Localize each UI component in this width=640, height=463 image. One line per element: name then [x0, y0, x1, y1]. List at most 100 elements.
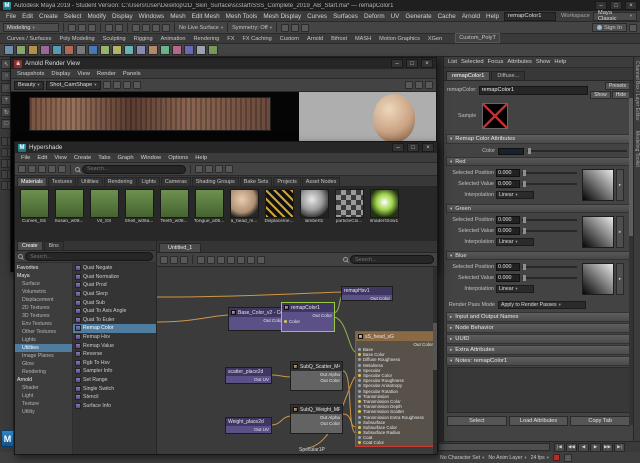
ramp-preview[interactable]	[582, 169, 614, 201]
anim-layer-selector[interactable]: No Anim Layer	[488, 455, 526, 461]
collapsed-section-header[interactable]: ▸ Extra Attributes	[446, 345, 631, 355]
browser-tab[interactable]: Projects	[273, 177, 301, 186]
section-remap-color-attributes[interactable]: ▾ Remap Color Attributes	[446, 134, 631, 144]
create-node-item[interactable]: Quat Normalize	[73, 273, 156, 282]
ipr-render-icon[interactable]	[290, 23, 299, 32]
render-start-icon[interactable]	[102, 81, 111, 89]
clear-graph-icon[interactable]	[197, 255, 205, 264]
shelf-tab[interactable]: Sculpting	[100, 35, 129, 43]
node-scatter-place2d[interactable]: scatter_place2d Out UV	[225, 367, 272, 384]
attribute-editor-footer-button[interactable]: Select	[447, 416, 507, 426]
graph-tab[interactable]: Untitled_1	[159, 243, 202, 252]
redo-icon[interactable]	[115, 23, 123, 32]
material-swatch[interactable]	[89, 189, 119, 218]
shelf-tab[interactable]: Curves / Surfaces	[4, 35, 54, 43]
shelf-tab[interactable]: Poly Modeling	[56, 35, 97, 43]
node-scatter-file[interactable]: SubQ_Scatter_M4 Out Alpha Out Color	[290, 361, 343, 391]
create-category[interactable]: Shader	[15, 384, 72, 392]
shelf-tool-icon[interactable]	[64, 45, 74, 55]
symmetry-indicator[interactable]: Symmetry: Off	[232, 25, 272, 31]
material-swatch-cell[interactable]: Curves_SS	[18, 189, 50, 224]
shelf-tool-icon[interactable]	[112, 45, 122, 55]
close-icon[interactable]: ×	[422, 143, 434, 152]
minimize-icon[interactable]: –	[391, 59, 403, 68]
hypershade-menu-item[interactable]: Create	[71, 155, 94, 161]
attribute-editor-menu[interactable]: Help	[554, 59, 566, 65]
attribute-editor-menu[interactable]: List	[448, 59, 457, 65]
shelf-tab[interactable]: MASH	[352, 35, 374, 43]
close-icon[interactable]: ×	[421, 59, 433, 68]
create-category[interactable]: 2D Textures	[15, 304, 72, 312]
sort-icon[interactable]	[195, 165, 203, 173]
shelf-tab[interactable]: FX Caching	[239, 35, 274, 43]
presets-button[interactable]: Presets	[605, 81, 630, 90]
create-node-item[interactable]: Quat Prod	[73, 281, 156, 290]
material-swatch[interactable]	[124, 189, 154, 218]
menu-item[interactable]: Deform	[361, 13, 388, 20]
material-swatch-cell[interactable]: particleClo...	[333, 189, 365, 224]
create-category[interactable]: Other Textures	[15, 328, 72, 336]
browser-tab[interactable]: Asset Nodes	[301, 177, 341, 186]
material-swatch[interactable]	[54, 189, 84, 218]
browser-tab[interactable]: Rendering	[103, 177, 137, 186]
hypershade-menu-item[interactable]: Options	[165, 155, 191, 161]
menu-item[interactable]: File	[3, 13, 19, 20]
ab-compare-icon[interactable]	[415, 81, 423, 89]
render-pass-mode-select[interactable]: Apply to Render Passes	[498, 300, 586, 309]
hypershade-menu-item[interactable]: Graph	[114, 155, 136, 161]
sign-in-button[interactable]: Sign In	[591, 23, 627, 32]
browser-tab[interactable]: Textures	[47, 177, 77, 186]
shelf-tool-icon[interactable]	[100, 45, 110, 55]
swatch-size-icon[interactable]	[215, 165, 223, 173]
attribute-editor-footer-button[interactable]: Load Attributes	[508, 416, 569, 426]
minimize-icon[interactable]: –	[392, 143, 404, 152]
material-swatch-cell[interactable]: Teeth_w06...	[158, 189, 190, 224]
menu-item[interactable]: Cache	[435, 13, 459, 20]
selected-value-slider[interactable]	[522, 274, 577, 281]
render-view-menu-item[interactable]: Render	[94, 71, 119, 77]
material-swatch-cell[interactable]: Displaceme...	[263, 189, 295, 224]
create-category[interactable]: Glow	[15, 360, 72, 368]
shelf-tool-icon[interactable]	[148, 45, 158, 55]
create-category[interactable]: Image Planes	[15, 352, 72, 360]
create-node-item[interactable]: Quat Negate	[73, 264, 156, 273]
maximize-icon[interactable]: □	[406, 59, 418, 68]
node-name-field[interactable]: remapColor1	[503, 11, 556, 21]
shelf-tool-icon[interactable]	[28, 45, 38, 55]
shelf-tool-icon[interactable]	[4, 45, 14, 55]
menu-set-selector[interactable]: Modeling	[3, 23, 59, 32]
render-settings-icon[interactable]	[300, 23, 309, 32]
selected-position-slider[interactable]	[522, 263, 577, 270]
shelf-tab[interactable]: Rigging	[131, 35, 156, 43]
shelf-tab[interactable]: Custom_PolyT	[455, 33, 500, 43]
render-view-menu-item[interactable]: View	[74, 71, 92, 77]
file-output-port[interactable]: Out Color	[291, 377, 342, 383]
interpolation-select[interactable]: Linear	[496, 190, 534, 199]
shelf-tool-icon[interactable]	[124, 45, 134, 55]
menu-item[interactable]: Arnold	[459, 13, 483, 20]
create-node-item[interactable]: Reverse	[73, 350, 156, 359]
selected-value-field[interactable]: 0.000	[496, 226, 520, 235]
selected-value-slider[interactable]	[522, 180, 577, 187]
ramp-preview[interactable]	[582, 263, 614, 295]
close-icon[interactable]: ×	[625, 1, 637, 10]
create-node-item[interactable]: Sampler Info	[73, 367, 156, 376]
filter-icon[interactable]	[205, 165, 213, 173]
selected-position-slider[interactable]	[522, 216, 577, 223]
node-name-input[interactable]: remapColor1	[478, 85, 589, 95]
aov-selector[interactable]: Beauty	[14, 80, 44, 90]
material-swatch[interactable]	[334, 189, 364, 218]
new-scene-icon[interactable]	[68, 23, 76, 32]
attribute-editor-menu[interactable]: Attributes	[507, 59, 532, 65]
attribute-editor-menu[interactable]: Show	[536, 59, 551, 65]
arnold-render-view-titlebar[interactable]: a Arnold Render View – □ ×	[11, 58, 436, 69]
shelf-tool-icon[interactable]	[184, 45, 194, 55]
menu-item[interactable]: UV	[388, 13, 403, 20]
hypershade-menu-item[interactable]: Help	[192, 155, 210, 161]
material-swatch-cell[interactable]: Susan_w08...	[53, 189, 85, 224]
playback-button[interactable]: ▶|	[614, 442, 625, 452]
menu-item[interactable]: Surfaces	[330, 13, 361, 20]
selected-value-field[interactable]: 0.000	[496, 179, 520, 188]
simple-mode-icon[interactable]	[237, 255, 245, 264]
selected-position-field[interactable]: 0.000	[496, 215, 520, 224]
